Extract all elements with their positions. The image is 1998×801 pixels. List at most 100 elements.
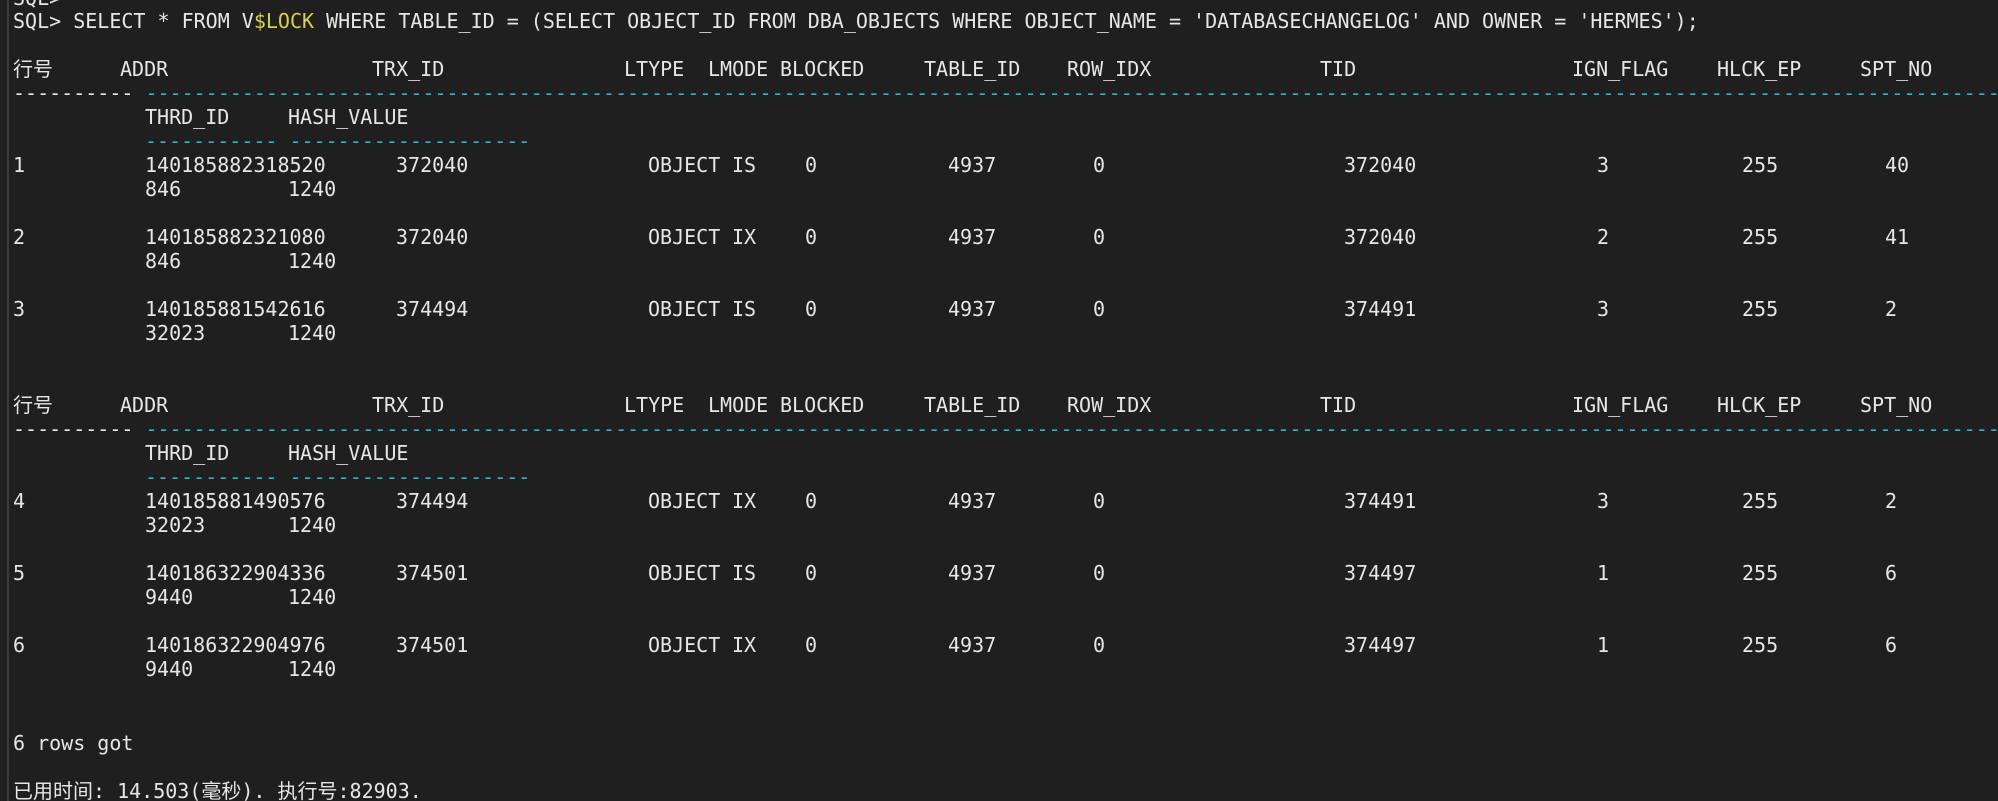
column-header-5: LMODE <box>708 57 769 81</box>
column-header-10: IGN_FLAG <box>1572 57 1669 81</box>
cell-lmode: IS <box>732 561 757 585</box>
sub-header-separator: ----------- -------------------- <box>145 465 531 489</box>
cell-lmode: IX <box>732 489 757 513</box>
cell-thrd-id: 846 <box>145 177 182 201</box>
separator-cyan: ----------------------------------------… <box>145 417 1998 441</box>
cell-spt-no: 2 <box>1885 489 1898 513</box>
rows-got-message: 6 rows got <box>13 731 134 755</box>
cell-blocked: 0 <box>805 153 818 177</box>
cell-hlck-ep: 255 <box>1742 561 1779 585</box>
cell-no: 2 <box>13 225 26 249</box>
cell-thrd-id: 846 <box>145 249 182 273</box>
cell-row-idx: 0 <box>1093 225 1106 249</box>
cell-thrd-id: 9440 <box>145 657 194 681</box>
cell-addr: 140185881542616 <box>145 297 326 321</box>
column-header-8: ROW_IDX <box>1067 57 1152 81</box>
sub-header-1: THRD_ID <box>145 441 230 465</box>
cell-trx-id: 374494 <box>396 297 469 321</box>
column-header-6: BLOCKED <box>780 393 865 417</box>
cell-ltype: OBJECT <box>648 633 721 657</box>
cell-row-idx: 0 <box>1093 297 1106 321</box>
column-header-4: LTYPE <box>624 393 685 417</box>
cell-ign-flag: 3 <box>1597 297 1610 321</box>
column-header-2: ADDR <box>120 393 169 417</box>
column-header-11: HLCK_EP <box>1717 57 1802 81</box>
header-separator: ---------- -----------------------------… <box>13 81 1998 105</box>
cell-addr: 140185882318520 <box>145 153 326 177</box>
separator-cyan: ----------------------------------------… <box>145 81 1998 105</box>
terminal-window[interactable]: SQL> SQL> SELECT * FROM V$LOCK WHERE TAB… <box>0 0 1998 801</box>
cell-spt-no: 41 <box>1885 225 1910 249</box>
cell-ltype: OBJECT <box>648 489 721 513</box>
column-header-1: 行号 <box>13 393 53 417</box>
cell-ltype: OBJECT <box>648 153 721 177</box>
cell-lmode: IX <box>732 225 757 249</box>
cell-hash-value: 1240 <box>288 513 337 537</box>
cell-no: 3 <box>13 297 26 321</box>
cell-row-idx: 0 <box>1093 153 1106 177</box>
cell-addr: 140186322904336 <box>145 561 326 585</box>
cell-ltype: OBJECT <box>648 297 721 321</box>
sql-text-before: SELECT * FROM V <box>61 9 254 33</box>
sql-text-after: WHERE TABLE_ID = (SELECT OBJECT_ID FROM … <box>314 9 1699 33</box>
column-header-8: ROW_IDX <box>1067 393 1152 417</box>
cell-table-id: 4937 <box>948 489 997 513</box>
cell-thrd-id: 32023 <box>145 321 206 345</box>
column-header-7: TABLE_ID <box>924 393 1021 417</box>
column-header-5: LMODE <box>708 393 769 417</box>
cell-no: 5 <box>13 561 26 585</box>
cell-hash-value: 1240 <box>288 657 337 681</box>
cell-lmode: IS <box>732 297 757 321</box>
cell-table-id: 4937 <box>948 153 997 177</box>
sql-command-line[interactable]: SQL> SELECT * FROM V$LOCK WHERE TABLE_ID… <box>13 9 1699 33</box>
cell-hlck-ep: 255 <box>1742 489 1779 513</box>
cell-row-idx: 0 <box>1093 489 1106 513</box>
column-header-7: TABLE_ID <box>924 57 1021 81</box>
cell-spt-no: 6 <box>1885 633 1898 657</box>
header-separator: ---------- -----------------------------… <box>13 417 1998 441</box>
cell-trx-id: 372040 <box>396 153 469 177</box>
cell-tid: 374491 <box>1344 489 1417 513</box>
cell-trx-id: 374501 <box>396 633 469 657</box>
cell-hlck-ep: 255 <box>1742 633 1779 657</box>
cell-no: 6 <box>13 633 26 657</box>
cell-table-id: 4937 <box>948 297 997 321</box>
column-header-3: TRX_ID <box>372 57 445 81</box>
cell-trx-id: 374501 <box>396 561 469 585</box>
column-header-2: ADDR <box>120 57 169 81</box>
column-header-12: SPT_NO <box>1860 393 1933 417</box>
cell-ign-flag: 3 <box>1597 489 1610 513</box>
cell-hash-value: 1240 <box>288 177 337 201</box>
cell-ign-flag: 1 <box>1597 561 1610 585</box>
cell-hlck-ep: 255 <box>1742 153 1779 177</box>
sub-header-2: HASH_VALUE <box>288 441 409 465</box>
cell-table-id: 4937 <box>948 633 997 657</box>
column-header-4: LTYPE <box>624 57 685 81</box>
cell-tid: 374491 <box>1344 297 1417 321</box>
cell-ltype: OBJECT <box>648 225 721 249</box>
cell-addr: 140186322904976 <box>145 633 326 657</box>
cell-no: 1 <box>13 153 26 177</box>
sub-header-2: HASH_VALUE <box>288 105 409 129</box>
cell-ign-flag: 1 <box>1597 633 1610 657</box>
cell-blocked: 0 <box>805 225 818 249</box>
cell-tid: 374497 <box>1344 633 1417 657</box>
column-header-3: TRX_ID <box>372 393 445 417</box>
separator-white: ---------- <box>13 81 134 105</box>
cell-table-id: 4937 <box>948 225 997 249</box>
sql-prompt: SQL> <box>13 9 62 33</box>
cell-thrd-id: 9440 <box>145 585 194 609</box>
cell-row-idx: 0 <box>1093 633 1106 657</box>
column-header-10: IGN_FLAG <box>1572 393 1669 417</box>
cell-hash-value: 1240 <box>288 321 337 345</box>
cell-tid: 372040 <box>1344 225 1417 249</box>
cell-trx-id: 374494 <box>396 489 469 513</box>
cell-lmode: IX <box>732 633 757 657</box>
cell-blocked: 0 <box>805 489 818 513</box>
cell-blocked: 0 <box>805 297 818 321</box>
sub-header-separator: ----------- -------------------- <box>145 129 531 153</box>
cell-hlck-ep: 255 <box>1742 225 1779 249</box>
cell-row-idx: 0 <box>1093 561 1106 585</box>
cell-trx-id: 372040 <box>396 225 469 249</box>
cell-blocked: 0 <box>805 561 818 585</box>
